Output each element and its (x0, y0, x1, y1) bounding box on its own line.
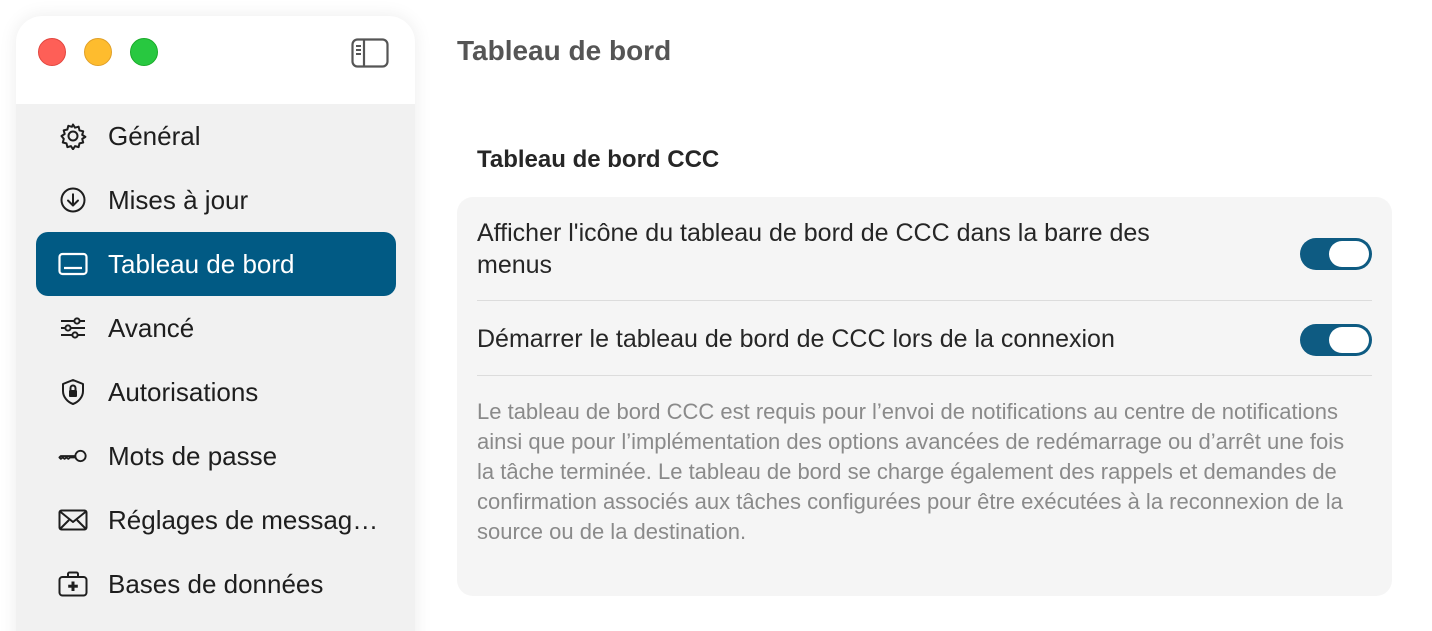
sidebar: Général Mises à jour Tableau de bord Ava… (16, 16, 415, 631)
sidebar-item-passwords[interactable]: Mots de passe (36, 424, 396, 488)
setting-label: Démarrer le tableau de bord de CCC lors … (477, 325, 1115, 353)
sidebar-nav: Général Mises à jour Tableau de bord Ava… (36, 104, 396, 616)
sidebar-item-label: Réglages de messag… (108, 504, 379, 535)
sidebar-toggle-icon[interactable] (350, 38, 390, 68)
sidebar-item-label: Tableau de bord (108, 248, 295, 279)
close-window-button[interactable] (38, 38, 66, 66)
menubar-icon-toggle[interactable] (1300, 238, 1372, 270)
sidebar-item-label: Bases de données (108, 568, 324, 599)
setting-row-launch-at-login: Démarrer le tableau de bord de CCC lors … (477, 323, 1372, 356)
divider (477, 300, 1372, 301)
sidebar-item-label: Mots de passe (108, 440, 278, 471)
gear-icon (58, 121, 88, 151)
sidebar-item-label: Autorisations (108, 376, 259, 407)
sidebar-item-permissions[interactable]: Autorisations (36, 360, 396, 424)
sidebar-item-label: Général (108, 120, 201, 151)
sidebar-item-label: Mises à jour (108, 184, 249, 215)
envelope-icon (58, 505, 88, 535)
download-circle-icon (58, 185, 88, 215)
divider (477, 375, 1372, 376)
setting-label: Afficher l'icône du tableau de bord de C… (477, 219, 1150, 279)
setting-row-menubar-icon: Afficher l'icône du tableau de bord de C… (477, 217, 1372, 285)
launch-at-login-toggle[interactable] (1300, 324, 1372, 356)
sliders-icon (58, 313, 88, 343)
sidebar-item-updates[interactable]: Mises à jour (36, 168, 396, 232)
sidebar-item-email-settings[interactable]: Réglages de messag… (36, 488, 396, 552)
shield-lock-icon (58, 377, 88, 407)
sidebar-item-label: Avancé (108, 312, 195, 343)
sidebar-header (16, 16, 415, 104)
sidebar-item-databases[interactable]: Bases de données (36, 552, 396, 616)
sidebar-item-general[interactable]: Général (36, 104, 396, 168)
zoom-window-button[interactable] (130, 38, 158, 66)
description-text: Le tableau de bord CCC est requis pour l… (477, 399, 1345, 544)
toggle-knob (1329, 241, 1369, 267)
page-title: Tableau de bord (457, 35, 672, 66)
toggle-knob (1329, 327, 1369, 353)
sidebar-item-dashboard[interactable]: Tableau de bord (36, 232, 396, 296)
minimize-window-button[interactable] (84, 38, 112, 66)
dashboard-card-icon (58, 249, 88, 279)
section-title: Tableau de bord CCC (477, 146, 720, 173)
medical-case-icon (58, 569, 88, 599)
sidebar-item-advanced[interactable]: Avancé (36, 296, 396, 360)
key-icon (58, 441, 88, 471)
settings-panel: Afficher l'icône du tableau de bord de C… (457, 197, 1392, 596)
preferences-window: Général Mises à jour Tableau de bord Ava… (0, 0, 1432, 631)
